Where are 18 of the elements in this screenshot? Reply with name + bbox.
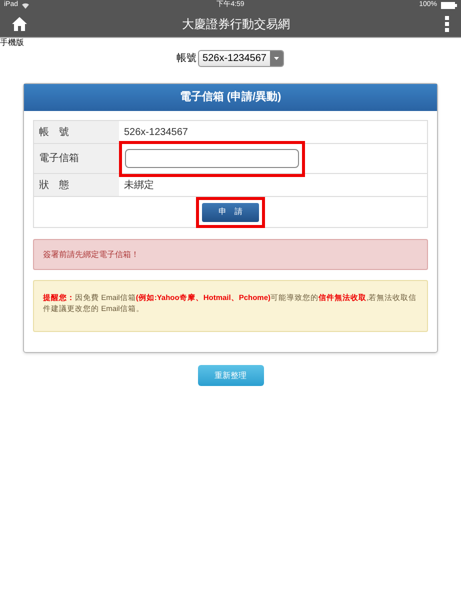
account-label: 帳號 — [176, 52, 197, 66]
more-menu-icon[interactable] — [445, 16, 449, 32]
card-title: 電子信箱 (申請/異動) — [180, 90, 282, 106]
row-label-cell: 狀 態 — [34, 174, 119, 196]
dropdown-caret-icon — [274, 57, 280, 60]
apply-button[interactable]: 申 請 — [202, 202, 259, 222]
row-value: 未綁定 — [124, 178, 154, 192]
app-title: 大慶證券行動交易網 — [182, 16, 290, 33]
row-label-cell: 電子信箱 — [34, 144, 119, 173]
row-value: 526x-1234567 — [124, 126, 188, 140]
alert-message: 簽署前請先綁定電子信箱！ — [43, 248, 139, 260]
battery-icon — [441, 2, 457, 9]
email-input-field[interactable] — [125, 149, 299, 168]
home-icon[interactable] — [12, 17, 27, 31]
mobile-version-label: 手機版 — [0, 38, 25, 48]
account-select[interactable]: 526x-1234567 — [198, 50, 284, 67]
row-label-cell: 帳 號 — [34, 121, 119, 143]
wifi-icon — [22, 2, 30, 8]
